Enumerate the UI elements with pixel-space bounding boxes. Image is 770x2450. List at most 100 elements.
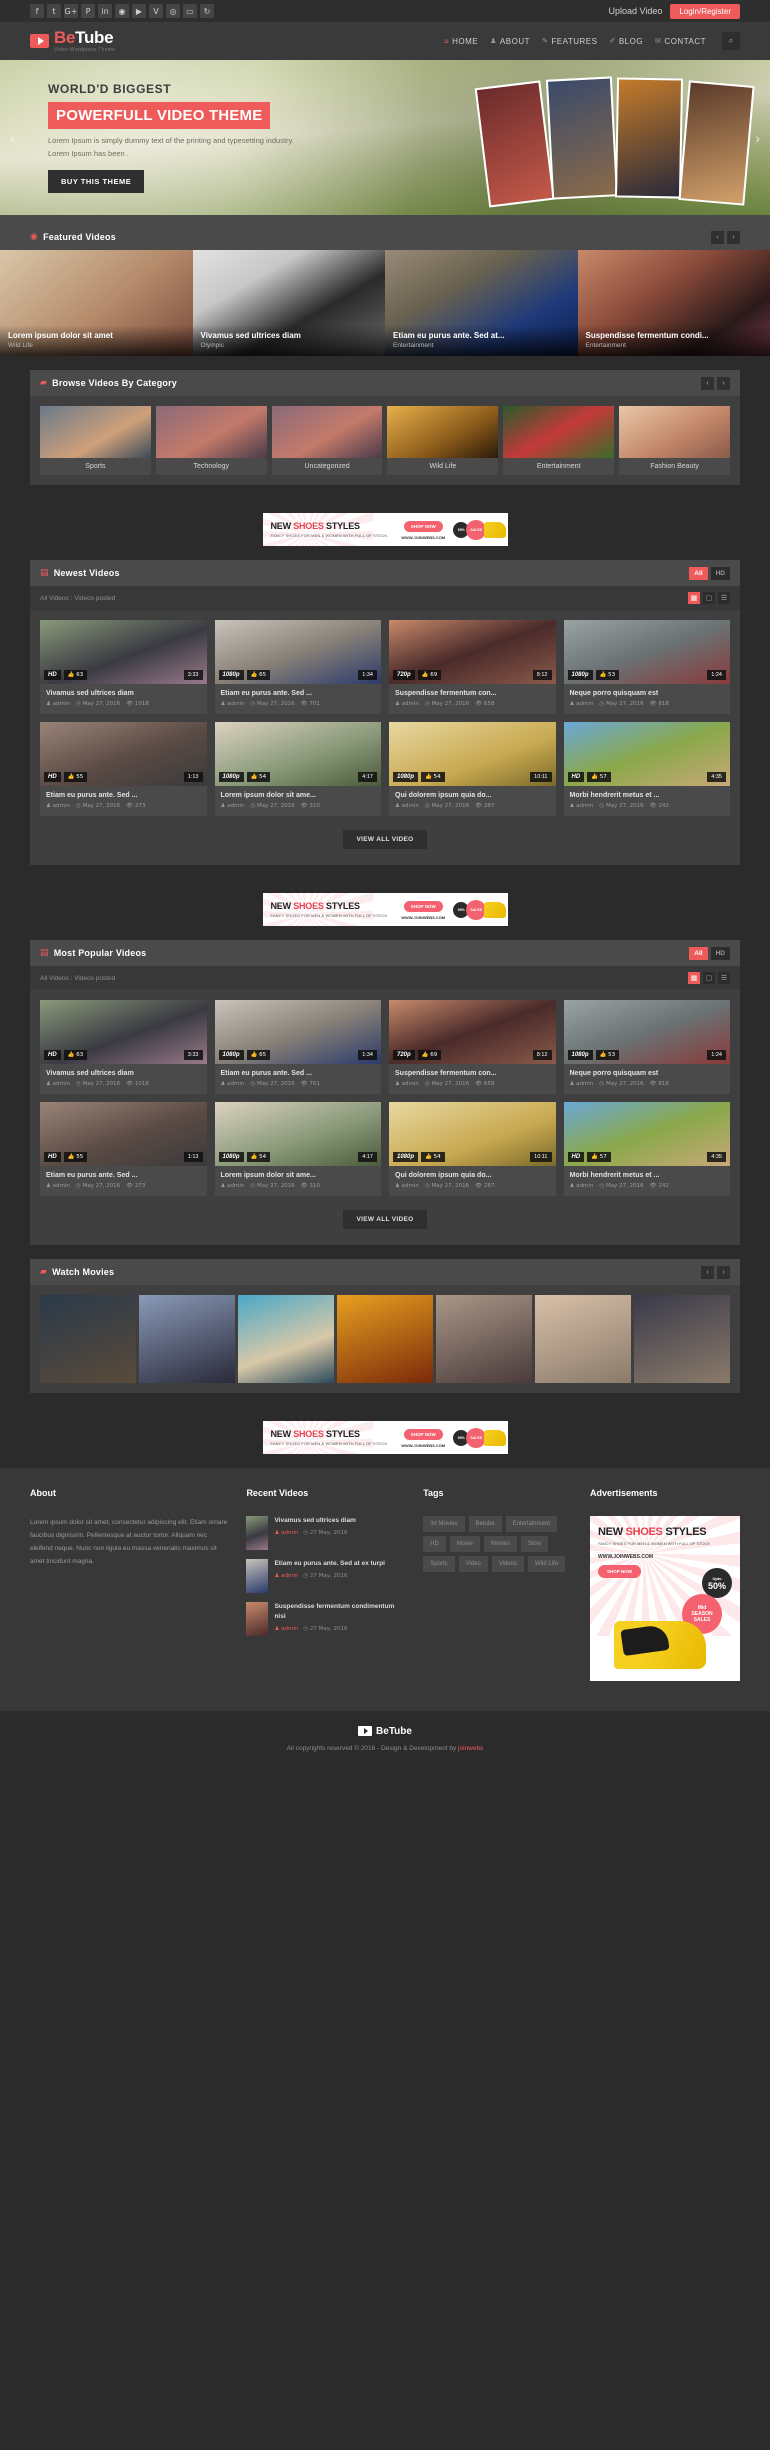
social-icon-6[interactable]: ▶ xyxy=(132,4,146,18)
video-card[interactable]: 1080p 👍 54 4:17 Lorem ipsum dolor sit ame..… xyxy=(214,1102,381,1196)
movie-card[interactable] xyxy=(40,1295,136,1383)
video-card[interactable]: 1080p 👍 54 10:11 Qui dolorem ipsum quia do.… xyxy=(389,722,556,816)
ad-banner-3[interactable]: NEW SHOES STYLES FANCY SHOES FOR MEN & WO… xyxy=(0,1407,770,1468)
tag-item[interactable]: Entertainment xyxy=(505,1516,557,1532)
movies-next-button[interactable]: › xyxy=(717,1265,730,1279)
upload-video-link[interactable]: Upload Video xyxy=(609,6,663,16)
filter-all[interactable]: All xyxy=(689,946,708,960)
ad-banner-1[interactable]: NEW SHOES STYLES FANCY SHOES FOR MEN & WO… xyxy=(0,499,770,560)
tag-item[interactable]: Movies xyxy=(483,1536,517,1552)
featured-video-card[interactable]: Lorem ipsum dolor sit amet Wild Life xyxy=(0,250,193,356)
category-card[interactable]: Technology xyxy=(155,406,267,475)
categories-next-button[interactable]: › xyxy=(717,376,730,390)
view-mode-1-icon[interactable]: ▢ xyxy=(703,972,715,984)
video-card[interactable]: HD 👍 63 3:33 Vivamus sed ultrices diam ♟ adm… xyxy=(40,1000,207,1094)
footer-logo[interactable]: BeTube xyxy=(358,1726,412,1737)
tag-item[interactable]: Slow xyxy=(520,1536,548,1552)
view-mode-0-icon[interactable]: ▦ xyxy=(688,592,700,604)
featured-video-card[interactable]: Vivamus sed ultrices diam Olympic xyxy=(192,250,385,356)
search-icon[interactable]: ⌕ xyxy=(722,32,740,50)
movies-prev-button[interactable]: ‹ xyxy=(701,1265,714,1279)
video-card[interactable]: 1080p 👍 54 4:17 Lorem ipsum dolor sit ame..… xyxy=(214,722,381,816)
nav-item-features[interactable]: ✎ FEATURES xyxy=(542,37,597,46)
tag-item[interactable]: Betube xyxy=(468,1516,502,1532)
social-icon-3[interactable]: P xyxy=(81,4,95,18)
movie-card[interactable] xyxy=(535,1295,631,1383)
video-card[interactable]: HD 👍 55 1:13 Etiam eu purus ante. Sed ... ♟ … xyxy=(40,722,207,816)
video-card[interactable]: 1080p 👍 65 1:34 Etiam eu purus ante. Sed ..… xyxy=(214,1000,382,1094)
social-icon-4[interactable]: in xyxy=(98,4,112,18)
video-card[interactable]: HD 👍 55 1:13 Etiam eu purus ante. Sed ... ♟ … xyxy=(40,1102,207,1196)
view-mode-2-icon[interactable]: ☰ xyxy=(718,972,730,984)
login-register-button[interactable]: Login/Register xyxy=(670,3,740,19)
video-meta: ♟ admin ◷ May 27, 2016 👁 701 xyxy=(215,1077,382,1094)
tag-item[interactable]: HD xyxy=(423,1536,446,1552)
social-icon-9[interactable]: ▭ xyxy=(183,4,197,18)
filter-hd[interactable]: HD xyxy=(710,566,730,580)
video-card[interactable]: 1080p 👍 65 1:34 Etiam eu purus ante. Sed ..… xyxy=(214,620,381,714)
category-card[interactable]: Sports xyxy=(40,406,151,475)
recent-video-item[interactable]: Etiam eu purus ante. Sed at ex turpi ♟ ad… xyxy=(246,1559,405,1593)
social-icon-5[interactable]: ◉ xyxy=(115,4,129,18)
movie-card[interactable] xyxy=(634,1295,730,1383)
copyright-link[interactable]: joinwebs xyxy=(458,1745,483,1752)
movie-card[interactable] xyxy=(436,1295,532,1383)
tag-item[interactable]: Wild Life xyxy=(528,1556,566,1572)
hero-prev-arrow[interactable]: ‹ xyxy=(10,130,15,146)
view-mode-2-icon[interactable]: ☰ xyxy=(718,592,730,604)
movie-card[interactable] xyxy=(139,1295,235,1383)
social-icon-0[interactable]: f xyxy=(30,4,44,18)
footer-ad-shop-button[interactable]: SHOP NOW xyxy=(598,1565,641,1578)
social-icon-2[interactable]: G+ xyxy=(64,4,78,18)
video-card[interactable]: HD 👍 63 3:33 Vivamus sed ultrices diam ♟ adm… xyxy=(40,620,207,714)
featured-next-button[interactable]: › xyxy=(727,230,740,244)
tag-item[interactable]: 3d Movies xyxy=(423,1516,465,1532)
view-mode-1-icon[interactable]: ▢ xyxy=(703,592,715,604)
nav-item-contact[interactable]: ✉ CONTACT xyxy=(655,37,706,46)
social-icon-7[interactable]: V xyxy=(149,4,163,18)
ad-shop-now-button[interactable]: SHOP NOW xyxy=(403,901,443,912)
video-card[interactable]: HD 👍 57 4:35 Morbi hendrerit metus et ... ♟ … xyxy=(563,1102,730,1196)
recent-video-item[interactable]: Vivamus sed ultrices diam ♟ admin ◷ 27 May… xyxy=(246,1516,405,1550)
category-card[interactable]: Uncategorized xyxy=(271,406,383,475)
featured-video-card[interactable]: Suspendisse fermentum condi... Entertainm… xyxy=(577,250,770,356)
filter-hd[interactable]: HD xyxy=(710,946,730,960)
featured-video-card[interactable]: Etiam eu purus ante. Sed at... Entertainm… xyxy=(385,250,578,356)
view-mode-0-icon[interactable]: ▦ xyxy=(688,972,700,984)
social-icon-10[interactable]: ↻ xyxy=(200,4,214,18)
tag-item[interactable]: Videos xyxy=(491,1556,525,1572)
nav-item-home[interactable]: ⌂ HOME xyxy=(444,37,478,46)
video-card[interactable]: 720p 👍 69 8:12 Suspendisse fermentum con...… xyxy=(389,1000,556,1094)
hero-next-arrow[interactable]: › xyxy=(755,130,760,146)
nav-item-about[interactable]: ♟ ABOUT xyxy=(490,37,530,46)
video-card[interactable]: 1080p 👍 54 10:11 Qui dolorem ipsum quia do.… xyxy=(389,1102,556,1196)
social-icon-1[interactable]: t xyxy=(47,4,61,18)
buy-this-theme-button[interactable]: BUY THIS THEME xyxy=(48,170,145,194)
video-card[interactable]: 720p 👍 69 8:12 Suspendisse fermentum con...… xyxy=(389,620,556,714)
video-card[interactable]: 1080p 👍 53 1:24 Neque porro quisquam est ♟ a… xyxy=(563,1000,730,1094)
video-card[interactable]: HD 👍 57 4:35 Morbi hendrerit metus et ... ♟ … xyxy=(563,722,730,816)
ad-shop-now-button[interactable]: SHOP NOW xyxy=(403,521,443,532)
ad-shop-now-button[interactable]: SHOP NOW xyxy=(403,1429,443,1440)
categories-prev-button[interactable]: ‹ xyxy=(701,376,714,390)
ad-banner-2[interactable]: NEW SHOES STYLES FANCY SHOES FOR MEN & WO… xyxy=(0,879,770,940)
filter-all[interactable]: All xyxy=(689,566,708,580)
tag-item[interactable]: Video xyxy=(458,1556,488,1572)
tag-item[interactable]: Sports xyxy=(423,1556,455,1572)
movie-card[interactable] xyxy=(238,1295,334,1383)
featured-prev-button[interactable]: ‹ xyxy=(711,230,724,244)
video-author: ♟ admin xyxy=(569,1183,594,1189)
social-icon-8[interactable]: ◎ xyxy=(166,4,180,18)
tag-item[interactable]: Movie xyxy=(449,1536,480,1552)
site-logo[interactable]: BeTube Video Wordpress Theme xyxy=(30,29,115,53)
popular-view-all-button[interactable]: VIEW ALL VIDEO xyxy=(342,1210,428,1229)
recent-video-item[interactable]: Suspendisse fermentum condimentum nisi ♟ … xyxy=(246,1602,405,1636)
category-card[interactable]: Fashion Beauty xyxy=(619,406,730,475)
video-card[interactable]: 1080p 👍 53 1:24 Neque porro quisquam est ♟ a… xyxy=(563,620,730,714)
movie-card[interactable] xyxy=(337,1295,433,1383)
nav-item-blog[interactable]: ✐ BLOG xyxy=(609,37,643,46)
footer-ad-banner[interactable]: NEW SHOES STYLES FANCY SHOES FOR MEN & WO… xyxy=(590,1516,741,1681)
newest-view-all-button[interactable]: VIEW ALL VIDEO xyxy=(342,830,428,849)
category-card[interactable]: Entertainment xyxy=(503,406,615,475)
category-card[interactable]: Wild Life xyxy=(387,406,499,475)
